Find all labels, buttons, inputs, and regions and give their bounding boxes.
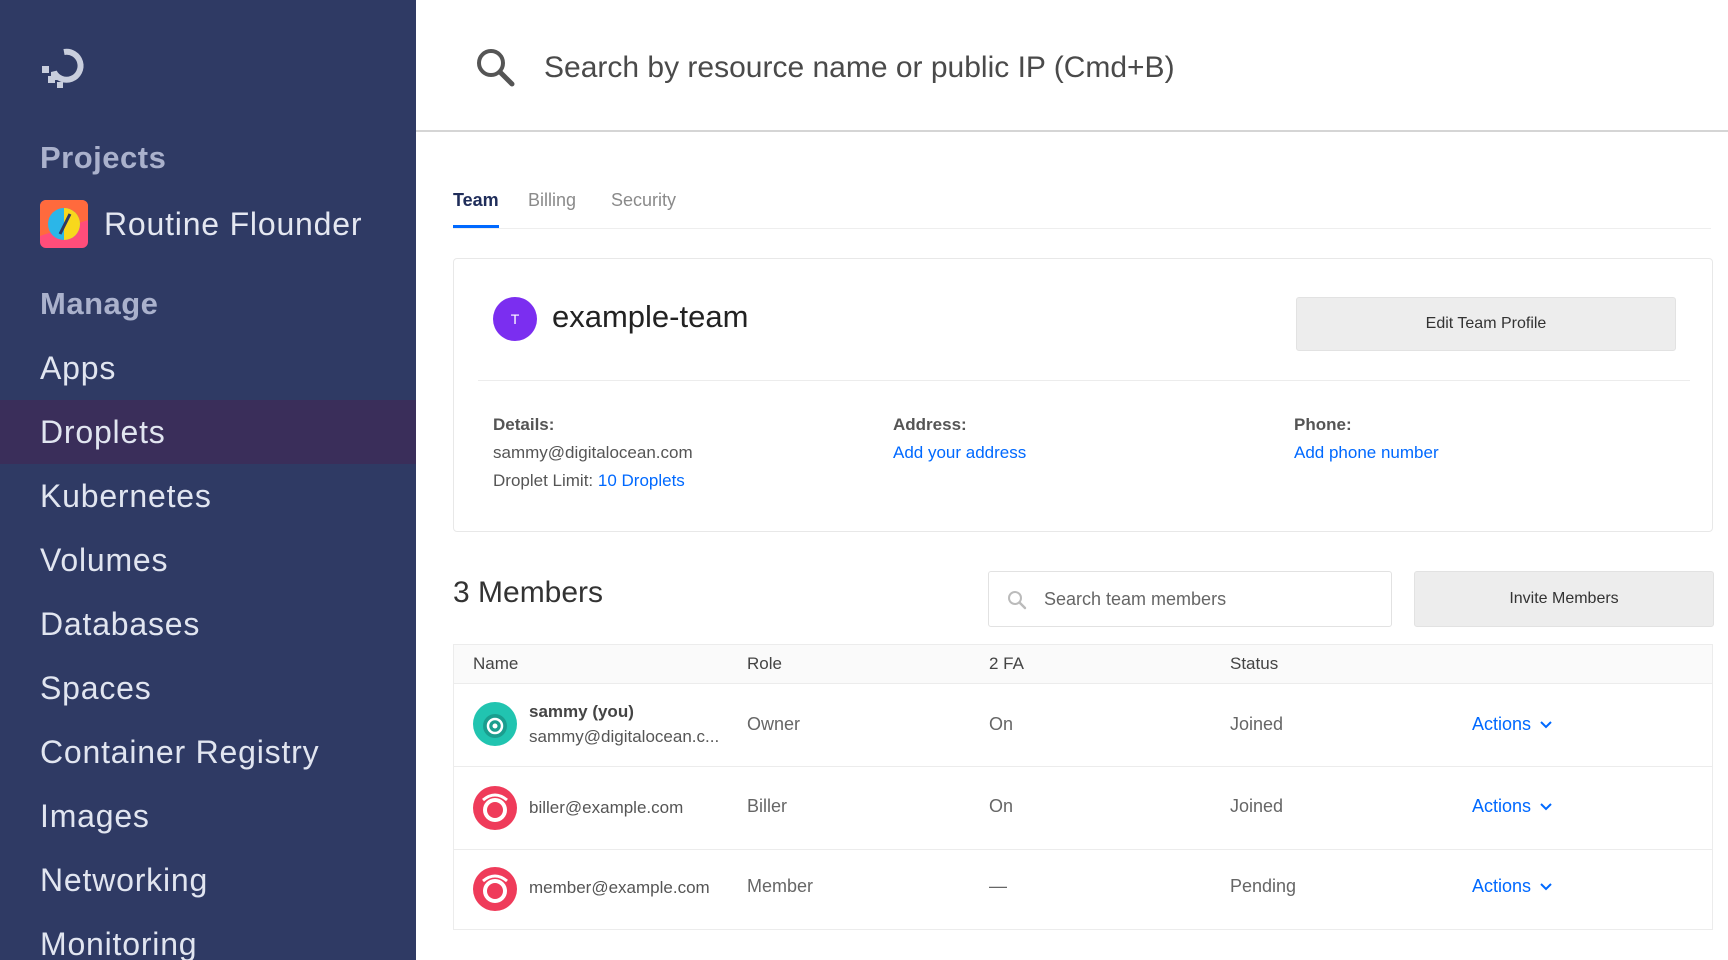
member-actions-dropdown[interactable]: Actions: [1472, 796, 1553, 817]
column-2fa: 2 FA: [989, 654, 1024, 673]
search-icon: [477, 49, 515, 87]
column-role: Role: [747, 654, 782, 673]
members-count-title: 3 Members: [453, 576, 604, 609]
chevron-down-icon: [1540, 802, 1552, 810]
sidebar-item-apps[interactable]: Apps: [0, 336, 416, 400]
member-search-box: [988, 571, 1392, 627]
edit-team-profile-button[interactable]: Edit Team Profile: [1296, 297, 1676, 351]
member-search-input[interactable]: [1044, 584, 1374, 614]
sidebar-item-container-registry[interactable]: Container Registry: [0, 720, 416, 784]
sidebar-item-droplets[interactable]: Droplets: [0, 400, 416, 464]
member-name: sammy (you): [529, 702, 634, 721]
member-actions-dropdown[interactable]: Actions: [1472, 876, 1553, 897]
add-phone-link[interactable]: Add phone number: [1294, 443, 1439, 463]
chevron-down-icon: [1540, 720, 1552, 728]
member-actions-dropdown[interactable]: Actions: [1472, 714, 1553, 735]
sidebar-item-databases[interactable]: Databases: [0, 592, 416, 656]
droplet-limit-label: Droplet Limit:: [493, 471, 594, 490]
resource-search-input[interactable]: [544, 40, 1644, 96]
sidebar: Projects Routine Flounder Manage Apps Dr…: [0, 0, 416, 960]
projects-heading: Projects: [40, 140, 167, 175]
droplet-limit-link[interactable]: 10 Droplets: [598, 471, 685, 490]
column-name: Name: [473, 654, 519, 673]
sidebar-item-spaces[interactable]: Spaces: [0, 656, 416, 720]
chevron-down-icon: [1540, 882, 1552, 890]
sidebar-item-networking[interactable]: Networking: [0, 848, 416, 912]
member-status: Pending: [1230, 876, 1297, 896]
team-profile-card: T example-team Edit Team Profile Details…: [453, 258, 1713, 532]
project-item[interactable]: Routine Flounder: [40, 200, 362, 248]
sidebar-item-volumes[interactable]: Volumes: [0, 528, 416, 592]
team-avatar: T: [493, 297, 537, 341]
add-address-link[interactable]: Add your address: [893, 443, 1026, 463]
column-status: Status: [1230, 654, 1279, 673]
member-2fa: On: [989, 714, 1014, 734]
search-icon: [1008, 591, 1027, 610]
top-search-bar: [416, 0, 1728, 132]
sidebar-item-images[interactable]: Images: [0, 784, 416, 848]
details-label: Details:: [493, 415, 555, 434]
droplet-limit: Droplet Limit: 10 Droplets: [493, 471, 685, 491]
team-email: sammy@digitalocean.com: [493, 443, 693, 462]
invite-members-button[interactable]: Invite Members: [1414, 571, 1714, 627]
member-role: Biller: [747, 796, 788, 816]
sidebar-item-kubernetes[interactable]: Kubernetes: [0, 464, 416, 528]
sidebar-item-monitoring[interactable]: Monitoring: [0, 912, 416, 960]
phone-label: Phone:: [1294, 415, 1352, 434]
member-status: Joined: [1230, 714, 1284, 734]
app-root: Projects Routine Flounder Manage Apps Dr…: [0, 0, 1728, 960]
address-label: Address:: [893, 415, 967, 434]
tab-billing[interactable]: Billing: [528, 190, 576, 225]
settings-tabs: Team Billing Security: [453, 184, 1711, 229]
member-2fa: —: [989, 876, 1007, 896]
tab-team[interactable]: Team: [453, 190, 499, 228]
tab-security[interactable]: Security: [611, 190, 676, 225]
actions-label: Actions: [1472, 796, 1532, 816]
member-email: member@example.com: [529, 878, 710, 897]
team-name: example-team: [552, 299, 749, 334]
member-role: Owner: [747, 714, 801, 734]
actions-label: Actions: [1472, 876, 1532, 896]
user-avatar-icon: [473, 786, 517, 830]
table-header: Name Role 2 FA Status: [454, 645, 1712, 684]
manage-heading: Manage: [40, 286, 159, 321]
member-2fa: On: [989, 796, 1014, 816]
member-role: Member: [747, 876, 814, 896]
table-row: sammy (you) sammy@digitalocean.c... Owne…: [454, 684, 1712, 767]
card-divider: [478, 380, 1690, 381]
digitalocean-logo-icon[interactable]: [40, 40, 90, 90]
user-avatar-icon: [473, 702, 517, 746]
table-row: member@example.com Member — Pending Acti…: [454, 850, 1712, 932]
members-table: Name Role 2 FA Status sammy (you) sammy@…: [453, 644, 1713, 930]
member-email: sammy@digitalocean.c...: [529, 727, 720, 746]
member-status: Joined: [1230, 796, 1284, 816]
user-avatar-icon: [473, 867, 517, 911]
member-email: biller@example.com: [529, 798, 684, 817]
project-avatar-icon: [40, 200, 88, 248]
project-name: Routine Flounder: [104, 205, 363, 242]
actions-label: Actions: [1472, 714, 1532, 734]
table-row: biller@example.com Biller On Joined Acti…: [454, 767, 1712, 850]
